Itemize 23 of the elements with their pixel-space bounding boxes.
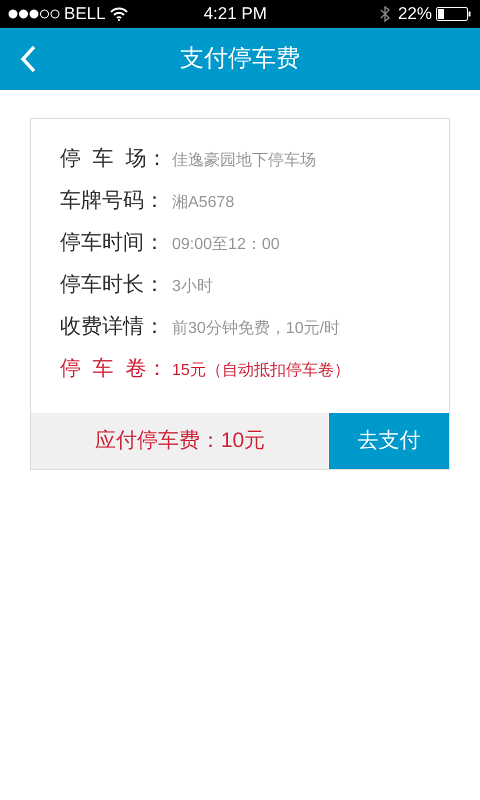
field-label: 停车时间： [60, 230, 166, 256]
amount-due: 应付停车费：10元 [94, 428, 266, 454]
signal-icon [8, 9, 60, 19]
back-icon [19, 45, 37, 73]
clock: 4:21 PM [204, 3, 267, 26]
field-value: 佳逸豪园地下停车场 [172, 150, 316, 171]
wifi-icon [110, 7, 128, 21]
field-value: 3小时 [172, 276, 213, 297]
bluetooth-icon [380, 6, 390, 22]
field-value: 湘A5678 [172, 192, 234, 213]
field-label: 车牌号码： [60, 188, 166, 214]
field-value: 15元（自动抵扣停车卷） [172, 360, 350, 381]
battery-percent: 22% [398, 3, 432, 26]
field-label: 收费详情： [60, 314, 166, 340]
field-label: 停 车 卷： [60, 356, 168, 382]
field-value: 09:00至12：00 [172, 235, 280, 255]
field-value: 前30分钟免费，10元/时 [172, 318, 340, 339]
pay-button[interactable]: 去支付 [329, 413, 449, 469]
page-title: 支付停车费 [180, 44, 300, 74]
battery-icon [436, 7, 472, 21]
field-label: 停车时长： [60, 272, 166, 298]
carrier-name: BELL [64, 3, 106, 26]
field-label: 停 车 场： [60, 146, 168, 172]
